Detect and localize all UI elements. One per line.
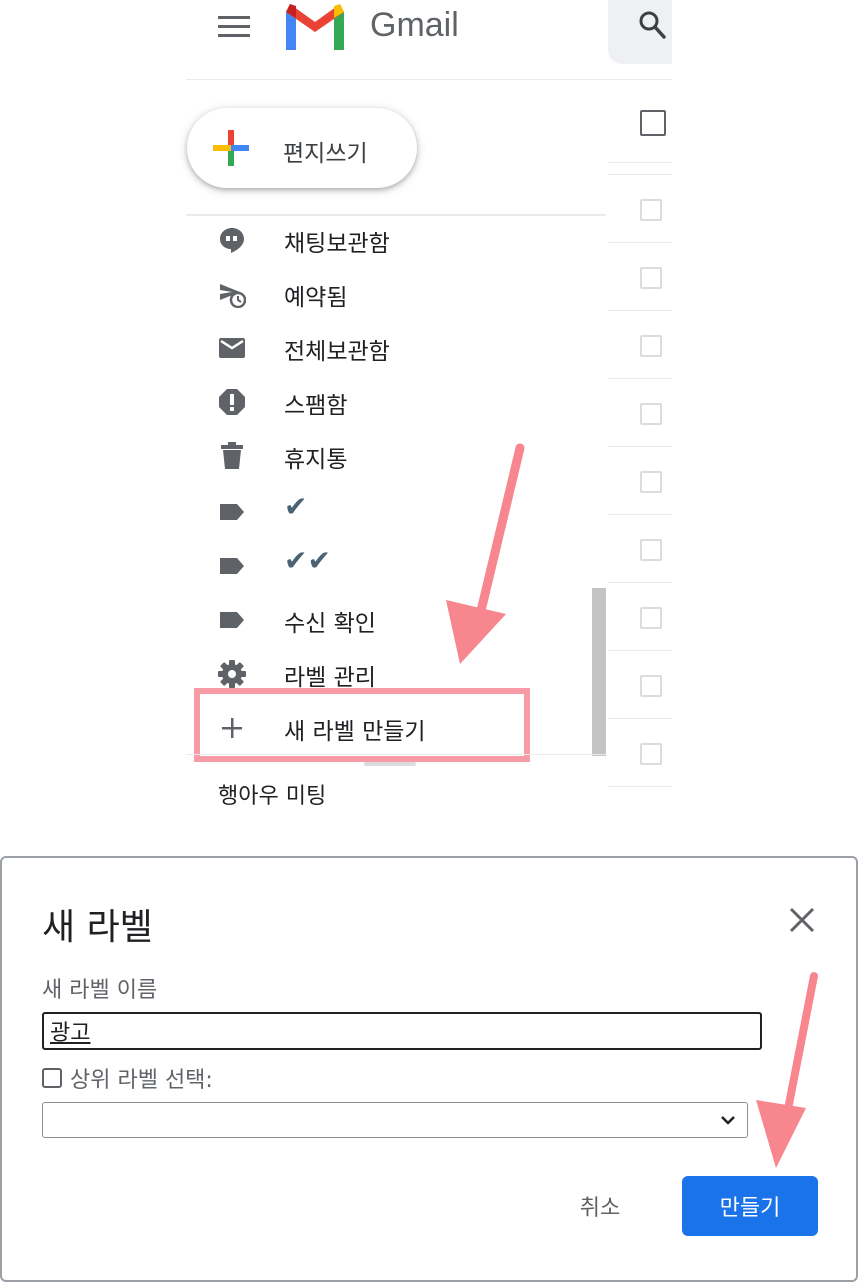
sidebar-scrollbar[interactable] (592, 588, 606, 756)
annotation-highlight-box (194, 688, 530, 762)
create-button[interactable]: 만들기 (682, 1176, 818, 1236)
plus-colorful-icon (213, 130, 249, 166)
chat-bubble-icon (220, 228, 244, 253)
brand-name: Gmail (370, 6, 459, 44)
gear-icon (218, 660, 246, 688)
row-divider (608, 310, 672, 311)
spam-alert-icon (219, 389, 245, 415)
hangouts-heading: 행아우 미팅 (218, 784, 327, 809)
chevron-down-icon (721, 1116, 735, 1125)
hamburger-menu-icon[interactable] (218, 16, 250, 38)
sidebar-item-label: 스팸함 (284, 393, 348, 419)
label-name-input[interactable] (42, 1012, 762, 1050)
label-name-caption: 새 라벨 이름 (42, 978, 158, 1003)
sidebar-item-scheduled[interactable]: 예약됨 (186, 268, 596, 318)
row-divider (608, 514, 672, 515)
envelope-icon (219, 338, 245, 358)
sidebar-item-label: 전체보관함 (284, 339, 390, 365)
sidebar-item-label: 수신 확인 (284, 611, 376, 637)
search-box[interactable] (608, 0, 672, 64)
mail-row-checkbox[interactable] (640, 403, 662, 425)
row-divider (608, 582, 672, 583)
row-divider (608, 718, 672, 719)
gmail-logo-icon[interactable] (282, 2, 348, 52)
parent-label-select[interactable] (42, 1102, 748, 1138)
trash-icon (221, 442, 243, 469)
sidebar-item-trash[interactable]: 휴지통 (186, 430, 596, 480)
label-tag-icon (220, 558, 244, 574)
sidebar-item-label: 예약됨 (284, 285, 348, 311)
mail-row-checkbox[interactable] (640, 675, 662, 697)
compose-button[interactable]: 편지쓰기 (187, 108, 417, 188)
row-divider (608, 650, 672, 651)
cancel-button[interactable]: 취소 (562, 1176, 638, 1236)
sidebar-item-label: 휴지통 (284, 447, 348, 473)
select-all-checkbox[interactable] (640, 110, 666, 136)
mail-row-checkbox[interactable] (640, 539, 662, 561)
parent-label-option[interactable]: 상위 라벨 선택: (42, 1062, 213, 1094)
compose-label: 편지쓰기 (283, 141, 368, 167)
row-divider (608, 446, 672, 447)
hangouts-divider (186, 754, 606, 755)
mail-row-checkbox[interactable] (640, 335, 662, 357)
row-divider (608, 162, 672, 163)
sidebar-item-all-mail[interactable]: 전체보관함 (186, 322, 596, 372)
label-tag-icon (220, 504, 244, 520)
sidebar-item-label: ✔✔ (284, 544, 331, 577)
sidebar-item-label-check[interactable]: ✔ (186, 486, 596, 536)
parent-label-caption: 상위 라벨 선택: (70, 1068, 213, 1093)
parent-label-checkbox[interactable] (42, 1068, 62, 1088)
scheduled-send-icon (220, 284, 246, 308)
dialog-title: 새 라벨 (42, 907, 153, 948)
sidebar-item-label: ✔ (284, 490, 308, 523)
mail-row-checkbox[interactable] (640, 743, 662, 765)
search-icon[interactable] (638, 10, 666, 40)
row-divider (608, 786, 672, 787)
sidebar-item-read-receipt[interactable]: 수신 확인 (186, 594, 596, 644)
sidebar-item-chats[interactable]: 채팅보관함 (186, 214, 596, 264)
mail-row-checkbox[interactable] (640, 267, 662, 289)
close-icon[interactable] (788, 906, 816, 934)
sidebar-item-label: 라벨 관리 (284, 665, 376, 691)
new-label-dialog: 새 라벨 새 라벨 이름 상위 라벨 선택: 취소 만들기 (0, 856, 858, 1282)
sidebar-item-spam[interactable]: 스팸함 (186, 376, 596, 426)
row-divider (608, 174, 672, 175)
mail-row-checkbox[interactable] (640, 199, 662, 221)
mail-row-checkbox[interactable] (640, 471, 662, 493)
row-divider (608, 378, 672, 379)
sidebar-item-label: 채팅보관함 (284, 231, 390, 257)
mail-row-checkbox[interactable] (640, 607, 662, 629)
gmail-header: Gmail (186, 0, 672, 80)
row-divider (608, 242, 672, 243)
sidebar-item-label-double-check[interactable]: ✔✔ (186, 540, 596, 590)
resize-handle[interactable] (364, 762, 416, 766)
label-tag-icon (220, 612, 244, 628)
